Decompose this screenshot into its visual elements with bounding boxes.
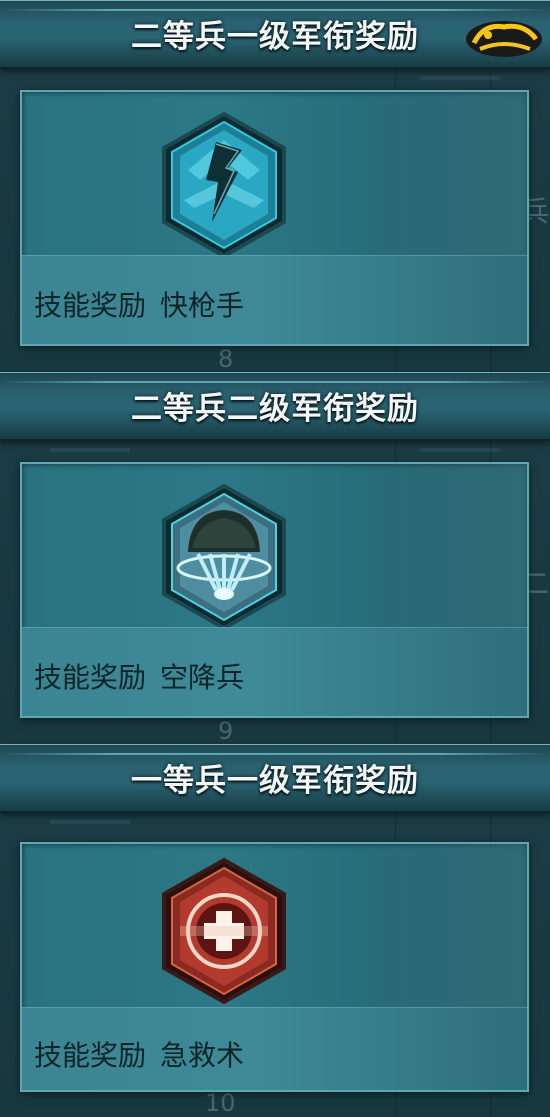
section-title: 一等兵一级军衔奖励 (131, 763, 419, 799)
ghost-rank-number: 8 (218, 345, 234, 373)
reward-prefix: 技能奖励 (34, 1039, 147, 1072)
lightning-gun-icon (158, 110, 290, 260)
ghost-rank-number: 9 (218, 717, 234, 745)
section-title-bar: 二等兵二级军衔奖励 (0, 372, 550, 441)
section-title-bar: 二等兵一级军衔奖励 (0, 0, 550, 69)
reward-section-2: 一等兵二 9 二等兵二级军衔奖励 技能奖励空降兵 (0, 372, 550, 745)
reward-label: 技能奖励 急救术 (34, 1034, 244, 1074)
reward-prefix: 技能奖励 (34, 661, 147, 694)
ghost-rank-number: 10 (205, 1089, 236, 1117)
section-title-bar: 一等兵一级军衔奖励 (0, 744, 550, 813)
reward-card[interactable]: 技能奖励 空降兵 (20, 462, 529, 718)
first-aid-icon (158, 856, 290, 1006)
reward-skill-name: 空降兵 (160, 661, 245, 694)
reward-card[interactable]: 技能奖励 急救术 (20, 842, 529, 1092)
reward-label: 技能奖励 空降兵 (34, 656, 244, 696)
reward-skill-name: 快枪手 (160, 289, 245, 322)
reward-label: 技能奖励 快枪手 (34, 284, 244, 324)
reward-section-3: 10 一等兵一级军衔奖励 技能奖励 急救术 (0, 744, 550, 1117)
reward-section-1: 一等兵 8 二等兵一级军衔奖励 技能奖励快枪手 (0, 0, 550, 373)
watermark-logo (466, 21, 542, 57)
parachute-icon (158, 482, 290, 632)
section-title: 二等兵二级军衔奖励 (131, 391, 419, 427)
reward-skill-name: 急救术 (160, 1039, 245, 1072)
reward-prefix: 技能奖励 (34, 289, 147, 322)
reward-card[interactable]: 技能奖励 快枪手 (20, 90, 529, 346)
